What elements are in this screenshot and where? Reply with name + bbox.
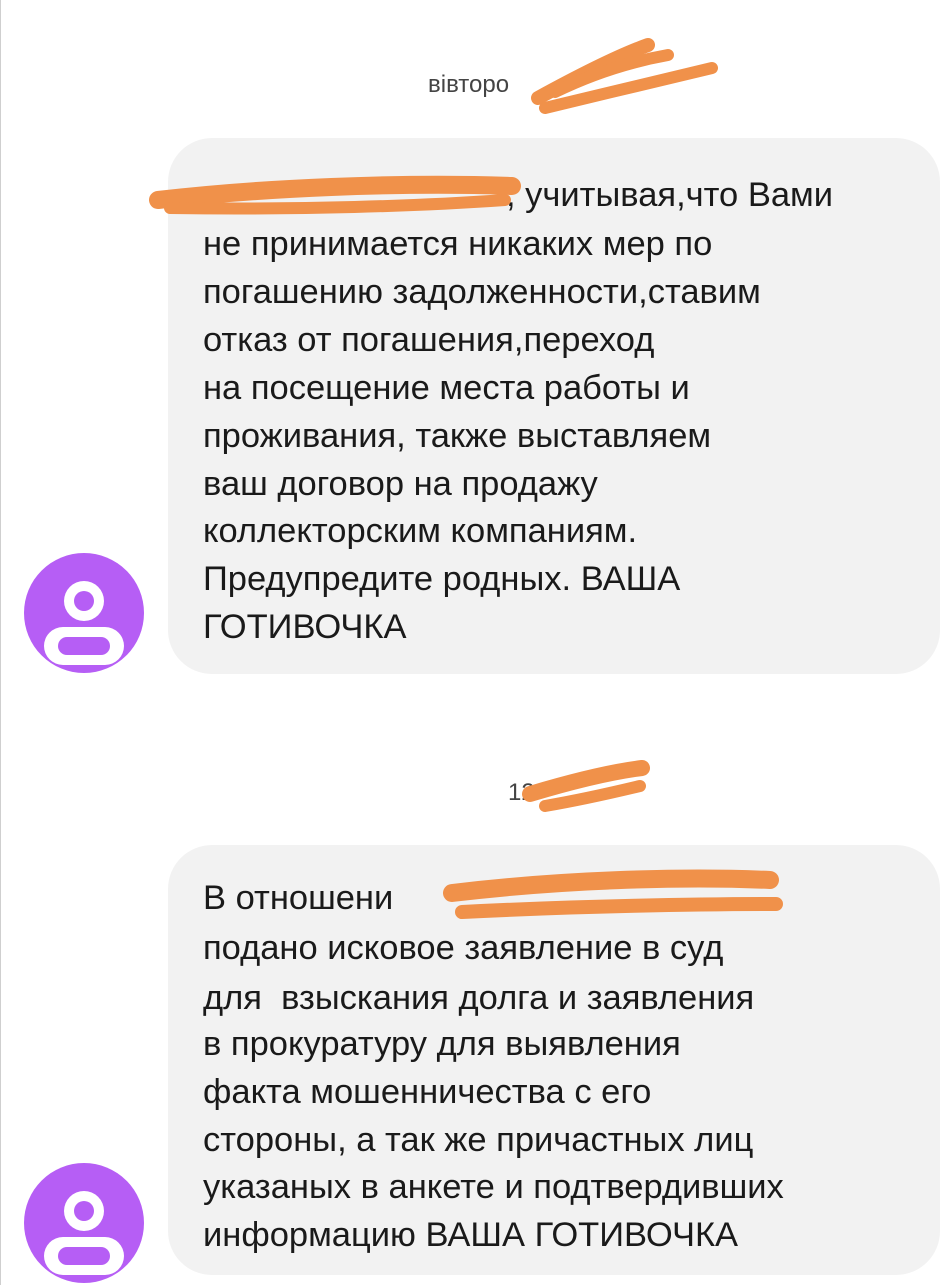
redaction-scribble [443,869,779,902]
redaction-marks [149,38,783,919]
redaction-scribble [455,897,783,919]
